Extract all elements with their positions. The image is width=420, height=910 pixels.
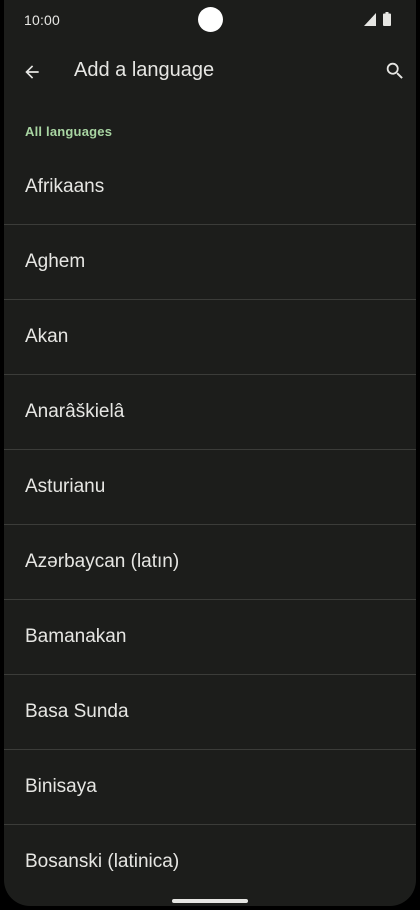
language-label: Akan bbox=[25, 326, 69, 347]
app-bar: Add a language bbox=[4, 44, 416, 100]
search-button[interactable] bbox=[377, 53, 413, 89]
device-frame: 10:00 Add a language All languages Afrik… bbox=[0, 0, 420, 910]
screen: 10:00 Add a language All languages Afrik… bbox=[4, 0, 416, 906]
language-item-azerbaycan-latin[interactable]: Azərbaycan (latın) bbox=[4, 525, 416, 600]
language-label: Asturianu bbox=[25, 476, 106, 497]
language-list: Afrikaans Aghem Akan Anarâškielâ Asturia… bbox=[4, 150, 416, 899]
language-label: Anarâškielâ bbox=[25, 401, 125, 422]
gesture-bar[interactable] bbox=[172, 899, 248, 903]
language-item-afrikaans[interactable]: Afrikaans bbox=[4, 150, 416, 225]
camera-cutout bbox=[198, 7, 223, 32]
arrow-back-icon bbox=[25, 65, 39, 79]
signal-icon bbox=[364, 13, 376, 26]
language-item-basa-sunda[interactable]: Basa Sunda bbox=[4, 675, 416, 750]
search-icon bbox=[386, 62, 403, 79]
language-label: Basa Sunda bbox=[25, 701, 129, 722]
language-label: Azərbaycan (latın) bbox=[25, 551, 180, 572]
language-label: Bamanakan bbox=[25, 626, 127, 647]
language-item-akan[interactable]: Akan bbox=[4, 300, 416, 375]
section-header-all-languages: All languages bbox=[25, 124, 113, 139]
status-time: 10:00 bbox=[24, 12, 61, 28]
language-label: Binisaya bbox=[25, 776, 97, 797]
battery-icon bbox=[383, 12, 391, 26]
language-label: Afrikaans bbox=[25, 176, 105, 197]
language-item-anaraskiela[interactable]: Anarâškielâ bbox=[4, 375, 416, 450]
language-item-asturianu[interactable]: Asturianu bbox=[4, 450, 416, 525]
status-bar: 10:00 bbox=[4, 0, 416, 40]
language-item-aghem[interactable]: Aghem bbox=[4, 225, 416, 300]
back-button[interactable] bbox=[14, 54, 50, 90]
language-label: Bosanski (latinica) bbox=[25, 851, 180, 872]
page-title: Add a language bbox=[74, 59, 215, 81]
language-item-bamanakan[interactable]: Bamanakan bbox=[4, 600, 416, 675]
language-item-binisaya[interactable]: Binisaya bbox=[4, 750, 416, 825]
language-label: Aghem bbox=[25, 251, 86, 272]
language-item-bosanski-latinica[interactable]: Bosanski (latinica) bbox=[4, 825, 416, 899]
